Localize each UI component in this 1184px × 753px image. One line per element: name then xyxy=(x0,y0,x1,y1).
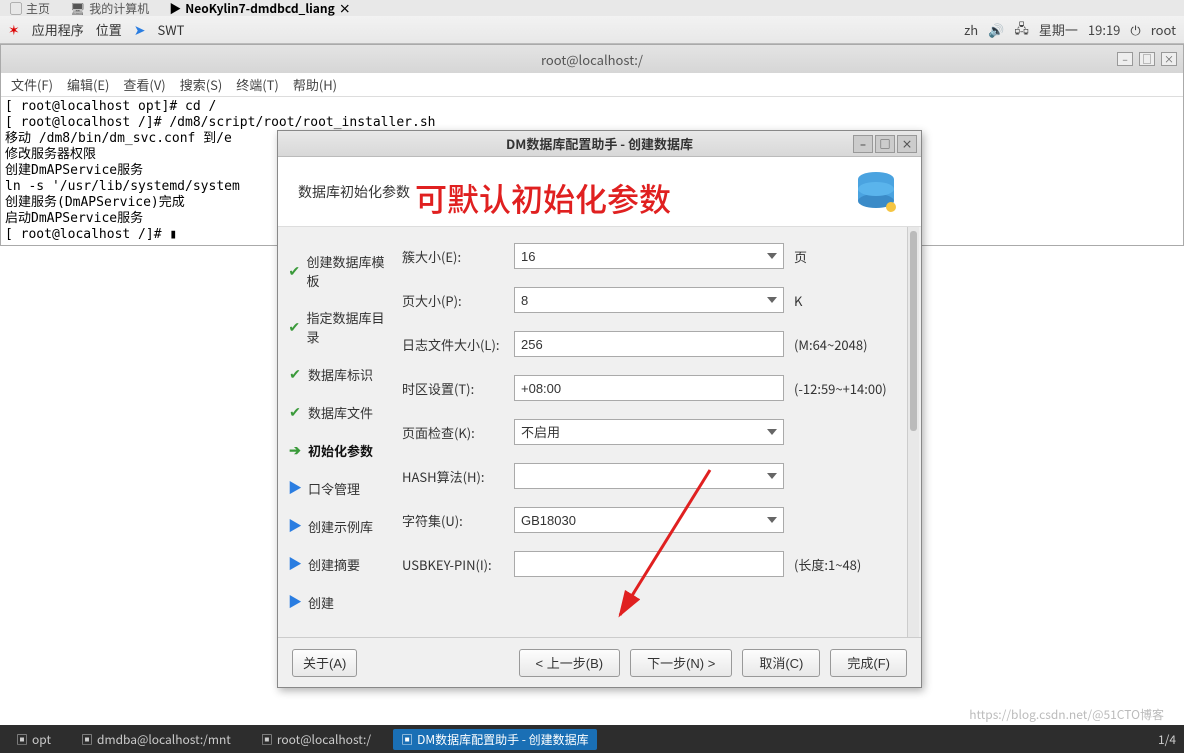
maximize-button[interactable]: □ xyxy=(1139,52,1155,66)
editor-tabs: ▢ 主页 🖥 我的计算机 ▶ NeoKylin7-dmdbcd_liang × xyxy=(0,0,1184,16)
wizard-steps: ✔创建数据库模板✔指定数据库目录✔数据库标识✔数据库文件➔初始化参数▶口令管理▶… xyxy=(278,227,398,637)
network-icon[interactable]: 🖧 xyxy=(1014,18,1029,42)
page-label: 页大小(P): xyxy=(402,291,514,310)
log-label: 日志文件大小(L): xyxy=(402,335,514,354)
tab-neokylin[interactable]: ▶ NeoKylin7-dmdbcd_liang × xyxy=(169,0,350,17)
menu-terminal[interactable]: 终端(T) xyxy=(236,75,279,94)
annotation-text: 可默认初始化参数 xyxy=(415,175,671,221)
task-root[interactable]: ▣ root@localhost:/ xyxy=(253,729,379,750)
wizard-step-5[interactable]: ▶ 口令管理 xyxy=(284,469,392,507)
annotation-arrow xyxy=(600,460,720,630)
step-label: 数据库文件 xyxy=(308,403,373,422)
step-mark-icon: ➔ xyxy=(288,440,302,460)
power-icon[interactable]: ⏻ xyxy=(1130,20,1140,39)
log-input[interactable] xyxy=(514,331,784,357)
input-method[interactable]: zh xyxy=(964,20,978,39)
task-opt[interactable]: ▣ opt xyxy=(8,729,59,750)
step-mark-icon: ▶ xyxy=(288,516,302,536)
database-icon xyxy=(841,167,901,217)
usb-label: USBKEY-PIN(I): xyxy=(402,555,514,574)
wizard-step-4[interactable]: ➔ 初始化参数 xyxy=(284,431,392,469)
step-mark-icon: ▶ xyxy=(288,592,302,612)
about-button[interactable]: 关于(A) xyxy=(292,649,357,677)
menu-edit[interactable]: 编辑(E) xyxy=(67,75,109,94)
step-mark-icon: ▶ xyxy=(288,554,302,574)
minimize-button[interactable]: – xyxy=(1117,52,1133,66)
extent-suffix: 页 xyxy=(794,247,807,266)
step-label: 创建 xyxy=(308,593,334,612)
tab-mycomputer[interactable]: 🖥 我的计算机 xyxy=(70,0,149,17)
wizard-step-2[interactable]: ✔ 数据库标识 xyxy=(284,355,392,393)
menu-file[interactable]: 文件(F) xyxy=(11,75,53,94)
finish-button[interactable]: 完成(F) xyxy=(830,649,907,677)
usb-suffix: (长度:1~48) xyxy=(794,555,861,574)
step-mark-icon: ✔ xyxy=(288,317,301,337)
extent-label: 簇大小(E): xyxy=(402,247,514,266)
tab-home[interactable]: ▢ 主页 xyxy=(10,0,50,17)
next-button[interactable]: 下一步(N) > xyxy=(630,649,732,677)
tz-suffix: (-12:59~+14:00) xyxy=(794,379,887,398)
taskbar: ▣ opt ▣ dmdba@localhost:/mnt ▣ root@loca… xyxy=(0,725,1184,753)
step-label: 口令管理 xyxy=(308,479,360,498)
step-mark-icon: ✔ xyxy=(288,364,302,384)
task-dmdba[interactable]: ▣ dmdba@localhost:/mnt xyxy=(73,729,239,750)
user-label: root xyxy=(1151,20,1176,39)
wizard-step-8[interactable]: ▶ 创建 xyxy=(284,583,392,621)
dialog-footer: 关于(A) < 上一步(B) 下一步(N) > 取消(C) 完成(F) xyxy=(278,637,921,687)
menu-view[interactable]: 查看(V) xyxy=(123,75,165,94)
cancel-button[interactable]: 取消(C) xyxy=(742,649,820,677)
tz-input[interactable] xyxy=(514,375,784,401)
step-label: 创建数据库模板 xyxy=(307,252,388,290)
wizard-step-0[interactable]: ✔ 创建数据库模板 xyxy=(284,243,392,299)
extent-select[interactable]: 16 xyxy=(514,243,784,269)
page-suffix: K xyxy=(794,291,802,310)
prev-button[interactable]: < 上一步(B) xyxy=(519,649,621,677)
scrollbar[interactable] xyxy=(907,227,919,637)
wizard-step-1[interactable]: ✔ 指定数据库目录 xyxy=(284,299,392,355)
check-label: 页面检查(K): xyxy=(402,423,514,442)
workspace-indicator[interactable]: 1/4 xyxy=(1158,731,1176,748)
menu-places[interactable]: 位置 xyxy=(96,20,122,39)
step-mark-icon: ✔ xyxy=(288,402,302,422)
swt-icon: ➤ xyxy=(134,20,146,40)
step-mark-icon: ▶ xyxy=(288,478,302,498)
check-select[interactable]: 不启用 xyxy=(514,419,784,445)
menu-search[interactable]: 搜索(S) xyxy=(180,75,223,94)
dialog-close[interactable]: × xyxy=(897,135,917,153)
wizard-step-3[interactable]: ✔ 数据库文件 xyxy=(284,393,392,431)
wizard-step-7[interactable]: ▶ 创建摘要 xyxy=(284,545,392,583)
terminal-titlebar: root@localhost:/ – □ × xyxy=(1,45,1183,73)
hash-label: HASH算法(H): xyxy=(402,467,514,486)
dialog-titlebar: DM数据库配置助手 - 创建数据库 – □ × xyxy=(278,131,921,157)
page-select[interactable]: 8 xyxy=(514,287,784,313)
dialog-subtitle: 数据库初始化参数 xyxy=(298,182,410,202)
step-label: 初始化参数 xyxy=(308,441,373,460)
menu-applications[interactable]: 应用程序 xyxy=(32,20,84,39)
clock: 19:19 xyxy=(1088,20,1120,39)
wizard-step-6[interactable]: ▶ 创建示例库 xyxy=(284,507,392,545)
day-label: 星期一 xyxy=(1039,20,1078,39)
step-label: 指定数据库目录 xyxy=(307,308,388,346)
dialog-maximize[interactable]: □ xyxy=(875,135,895,153)
step-label: 创建示例库 xyxy=(308,517,373,536)
dialog-title: DM数据库配置助手 - 创建数据库 xyxy=(506,134,693,153)
step-label: 数据库标识 xyxy=(308,365,373,384)
apps-icon: ✶ xyxy=(8,20,20,40)
desktop-menubar: ✶ 应用程序 位置 ➤ SWT zh 🔊 🖧 星期一 19:19 ⏻ root xyxy=(0,16,1184,44)
step-label: 创建摘要 xyxy=(308,555,360,574)
log-suffix: (M:64~2048) xyxy=(794,335,867,354)
task-dmconfig[interactable]: ▣ DM数据库配置助手 - 创建数据库 xyxy=(393,729,597,750)
dialog-minimize[interactable]: – xyxy=(853,135,873,153)
menu-help[interactable]: 帮助(H) xyxy=(293,75,337,94)
menu-swt[interactable]: SWT xyxy=(158,20,185,39)
step-mark-icon: ✔ xyxy=(288,261,301,281)
close-button[interactable]: × xyxy=(1161,52,1177,66)
watermark: https://blog.csdn.net/@51CTO博客 xyxy=(969,706,1164,723)
terminal-title: root@localhost:/ xyxy=(541,50,643,69)
terminal-menubar: 文件(F) 编辑(E) 查看(V) 搜索(S) 终端(T) 帮助(H) xyxy=(1,73,1183,97)
tz-label: 时区设置(T): xyxy=(402,379,514,398)
volume-icon[interactable]: 🔊 xyxy=(988,20,1004,39)
charset-label: 字符集(U): xyxy=(402,511,514,530)
